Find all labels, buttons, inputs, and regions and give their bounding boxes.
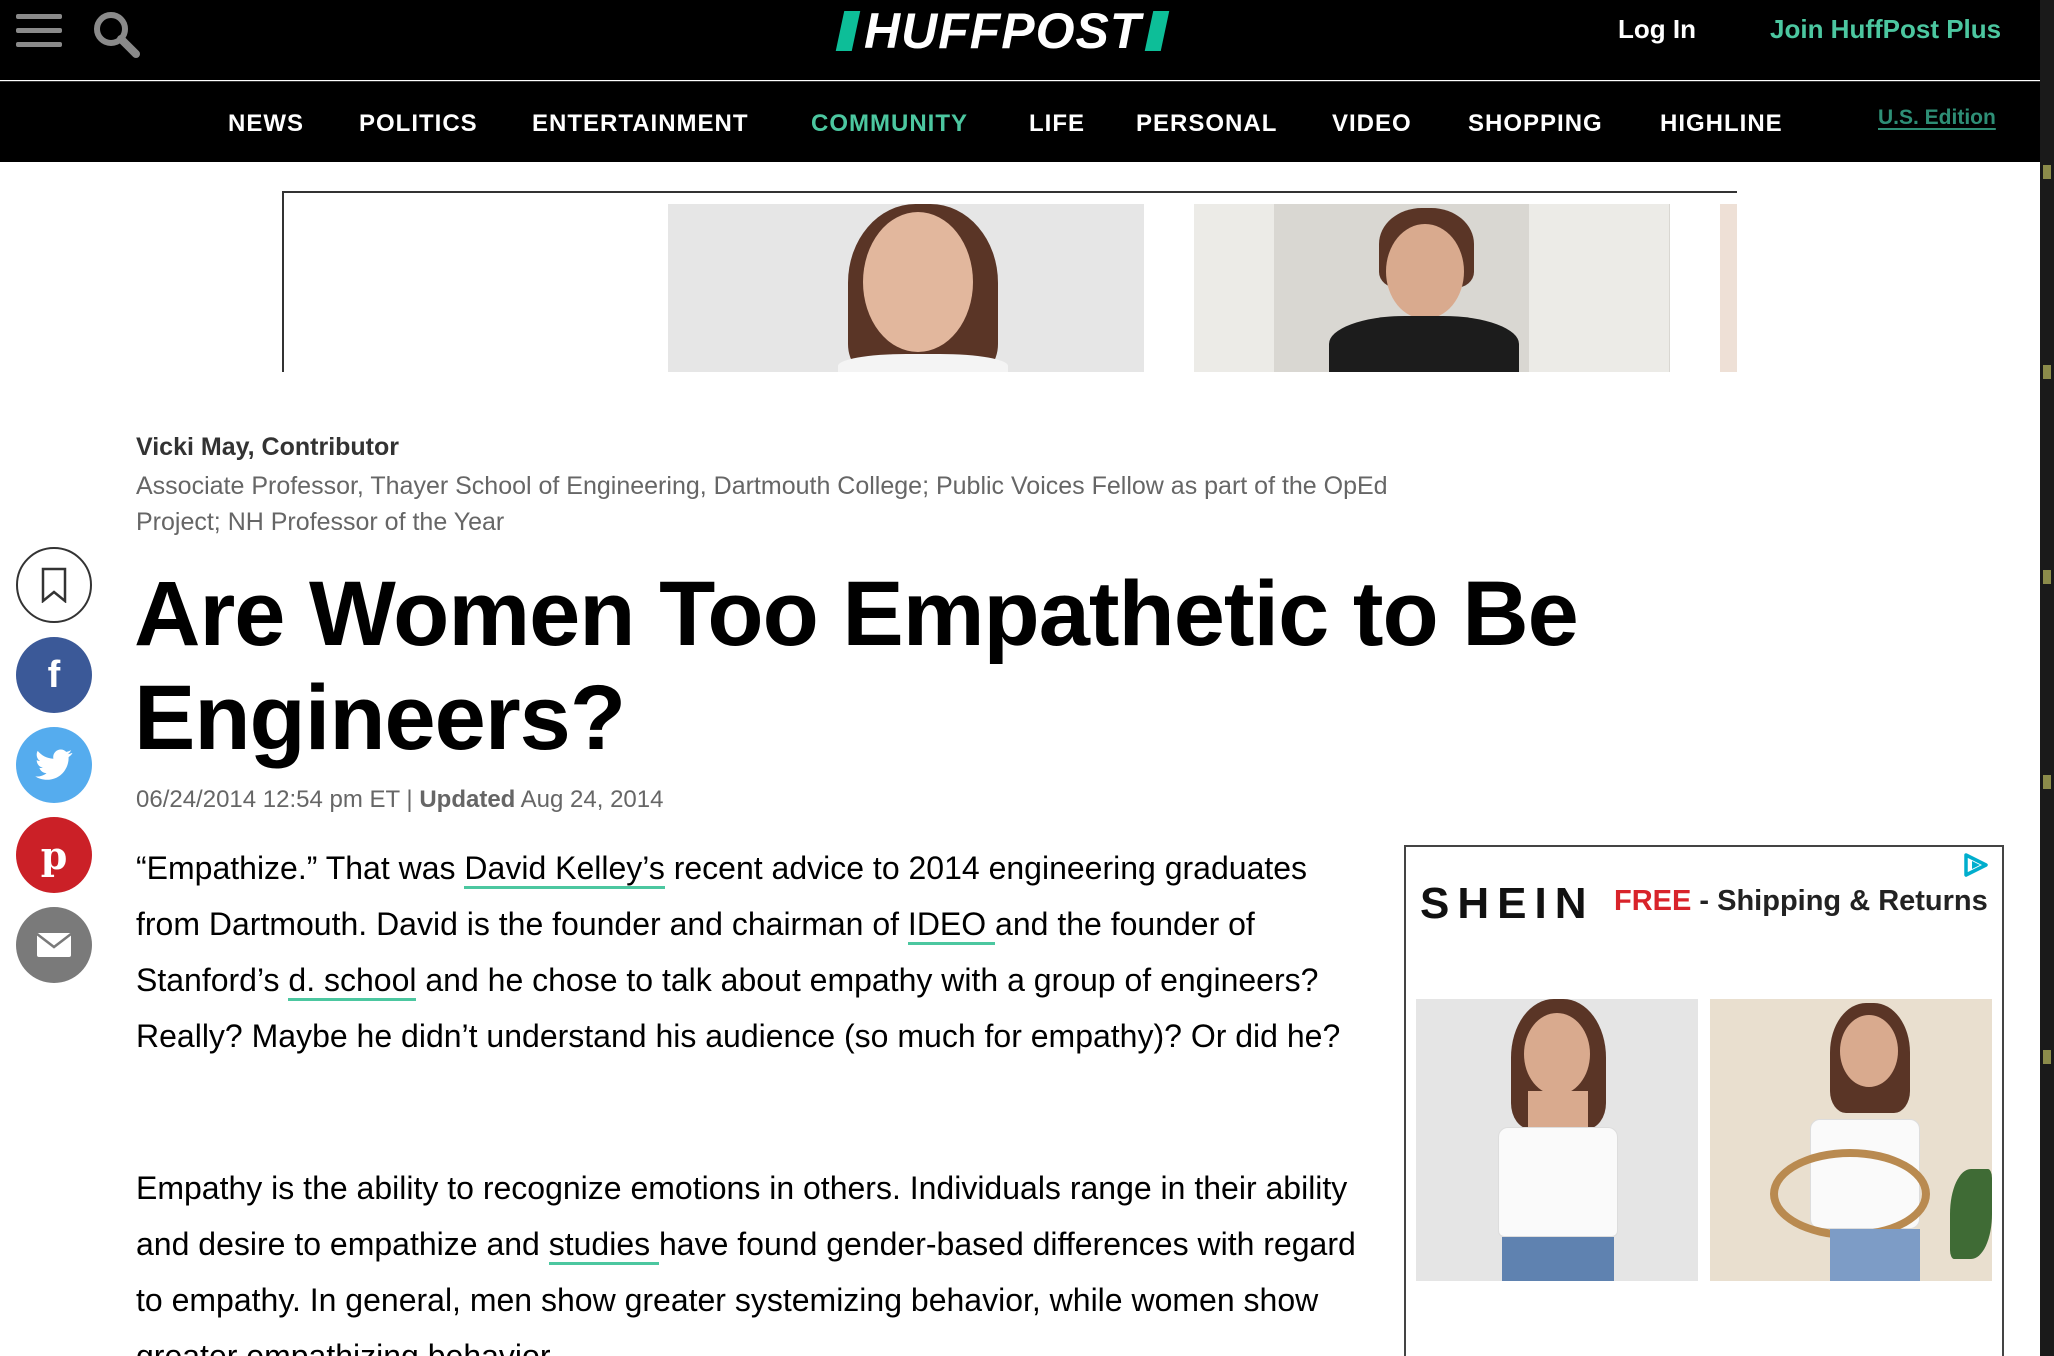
link-studies[interactable]: studies — [548, 1226, 659, 1265]
facebook-icon: f — [47, 653, 61, 696]
link-d-school[interactable]: d. school — [288, 962, 417, 1001]
scrollbar[interactable] — [2040, 0, 2054, 1356]
ad-offer-text: FREE - Shipping & Returns — [1614, 885, 1988, 917]
ad-product-image[interactable] — [1416, 999, 1698, 1281]
ad-product-image[interactable] — [1194, 204, 1670, 372]
ad-brand-logo[interactable]: SHEIN — [1420, 879, 1594, 929]
search-icon[interactable] — [90, 8, 142, 60]
nav-politics[interactable]: POLITICS — [359, 110, 478, 138]
facebook-share-button[interactable]: f — [16, 637, 92, 713]
nav-shopping[interactable]: SHOPPING — [1468, 110, 1603, 138]
nav-personal[interactable]: PERSONAL — [1136, 110, 1277, 138]
twitter-icon — [35, 749, 73, 780]
ad-product-image[interactable] — [1720, 204, 1737, 372]
join-plus-link[interactable]: Join HuffPost Plus — [1770, 14, 2001, 45]
article-paragraph: “Empathize.” That was David Kelley’s rec… — [136, 850, 1341, 1054]
article-dateline: 06/24/2014 12:54 pm ET | Updated Aug 24,… — [136, 786, 663, 814]
nav-highline[interactable]: HIGHLINE — [1660, 110, 1783, 138]
author-byline[interactable]: Vicki May, Contributor — [136, 433, 399, 462]
updated-date: Aug 24, 2014 — [520, 786, 664, 813]
nav-entertainment[interactable]: ENTERTAINMENT — [532, 110, 749, 138]
article-paragraph: Empathy is the ability to recognize emot… — [136, 1170, 1356, 1356]
nav-news[interactable]: NEWS — [228, 110, 304, 138]
nav-video[interactable]: VIDEO — [1332, 110, 1412, 138]
login-link[interactable]: Log In — [1618, 14, 1696, 45]
top-header: HUFFPOST Log In Join HuffPost Plus — [0, 0, 2040, 80]
section-nav: NEWS POLITICS ENTERTAINMENT COMMUNITY LI… — [0, 81, 2040, 162]
bookmark-button[interactable] — [16, 547, 92, 623]
menu-icon[interactable] — [16, 14, 62, 48]
adchoices-icon[interactable] — [1960, 851, 1990, 879]
link-ideo[interactable]: IDEO — [907, 906, 996, 945]
nav-community[interactable]: COMMUNITY — [811, 110, 968, 138]
email-share-button[interactable] — [16, 907, 92, 983]
pinterest-share-button[interactable]: p — [16, 817, 92, 893]
ad-product-image[interactable] — [668, 204, 1144, 372]
twitter-share-button[interactable] — [16, 727, 92, 803]
huffpost-logo[interactable]: HUFFPOST — [835, 6, 1170, 56]
side-display-ad[interactable]: SHEIN FREE - Shipping & Returns — [1404, 845, 2004, 1356]
updated-label: Updated — [419, 786, 516, 813]
pinterest-icon: p — [40, 832, 68, 878]
published-timestamp: 06/24/2014 12:54 pm ET | — [136, 786, 413, 813]
link-david-kelley[interactable]: David Kelley’s — [464, 850, 665, 889]
edition-selector[interactable]: U.S. Edition — [1878, 106, 1996, 130]
bookmark-icon — [41, 567, 67, 603]
top-banner-ad[interactable] — [282, 191, 1737, 372]
article-headline: Are Women Too Empathetic to Be Engineers… — [134, 563, 1579, 769]
nav-life[interactable]: LIFE — [1029, 110, 1085, 138]
mail-icon — [36, 933, 72, 957]
ad-product-image[interactable] — [1710, 999, 1992, 1281]
author-bio: Associate Professor, Thayer School of En… — [136, 472, 1388, 536]
